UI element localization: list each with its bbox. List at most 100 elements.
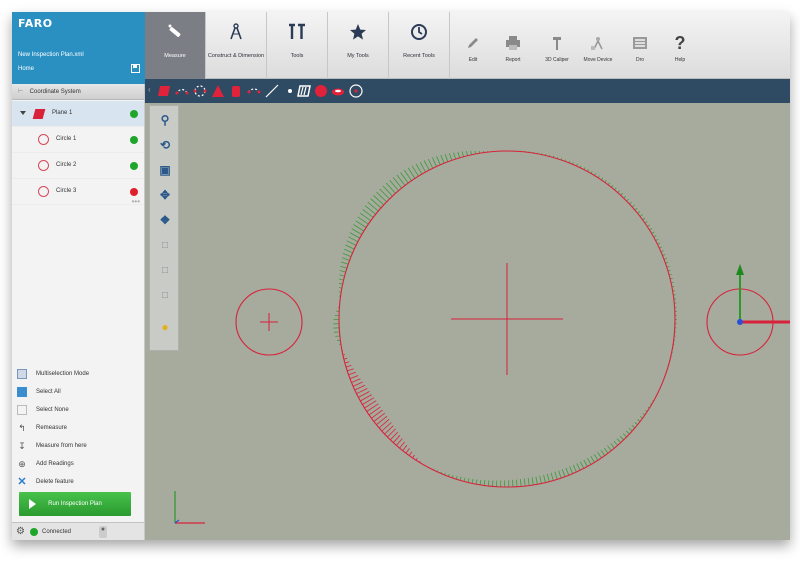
deviation-whisker	[347, 368, 354, 372]
tab-label: Tools	[290, 53, 304, 59]
rotate-icon[interactable]: ⟲	[153, 134, 177, 156]
save-icon[interactable]	[131, 64, 140, 73]
action-label: Select All	[36, 389, 61, 395]
view-cube-icon[interactable]: ❖	[153, 209, 177, 231]
circle-feature-icon	[38, 160, 49, 171]
deviation-whisker	[593, 454, 599, 461]
help-icon: ?	[674, 32, 686, 53]
clock-icon	[389, 22, 449, 42]
select-all-icon	[17, 387, 27, 397]
deviation-whisker	[576, 463, 581, 471]
deviation-whisker	[610, 443, 615, 449]
3d-viewport[interactable]	[145, 103, 790, 540]
circle-target-icon[interactable]	[349, 84, 363, 98]
deviation-whisker	[412, 454, 415, 459]
chevron-left-icon[interactable]: ‹	[148, 85, 151, 94]
deviation-whisker	[448, 153, 453, 161]
tree-item-label: Circle 1	[56, 136, 77, 142]
cone-icon[interactable]	[211, 84, 225, 98]
3d-caliper-button[interactable]: 3D Caliper	[540, 32, 574, 72]
ellipse-icon[interactable]	[331, 84, 345, 98]
point-icon[interactable]	[283, 84, 297, 98]
top-view-icon[interactable]: □	[153, 284, 177, 306]
tree-item-plane-1[interactable]: Plane 1	[12, 101, 144, 127]
status-fail-icon	[130, 188, 138, 196]
tab-tools[interactable]: Tools	[267, 12, 327, 79]
tab-label: Measure	[164, 53, 186, 59]
tab-label: Construct & Dimension	[207, 53, 265, 59]
slot-icon[interactable]	[247, 84, 261, 98]
button-label: Report	[505, 57, 521, 63]
tree-item-circle-2[interactable]: Circle 2	[12, 153, 144, 179]
plane-feature-icon	[32, 109, 46, 119]
deviation-whisker	[492, 480, 494, 487]
report-button[interactable]: Report	[496, 32, 530, 72]
button-label: 3D Caliper	[545, 57, 569, 63]
cylinder-icon[interactable]	[229, 84, 243, 98]
deviation-whisker	[370, 198, 382, 209]
sphere-icon[interactable]	[314, 84, 328, 98]
tab-my-tools[interactable]: My Tools	[328, 12, 388, 79]
line-points-icon[interactable]	[175, 84, 189, 98]
select-all-action[interactable]: Select All	[12, 384, 144, 402]
help-button[interactable]: ? Help	[663, 32, 697, 72]
move-device-button[interactable]: Move Device	[581, 32, 615, 72]
remeasure-action[interactable]: ↰ Remeasure	[12, 420, 144, 438]
deviation-whisker	[561, 469, 566, 477]
tab-measure[interactable]: Measure	[145, 12, 205, 79]
move-device-icon	[581, 32, 615, 54]
plane-icon[interactable]	[157, 84, 171, 98]
deviation-whisker	[523, 478, 526, 487]
deviation-whisker	[339, 278, 344, 281]
delete-feature-action[interactable]: ✕ Delete feature	[12, 474, 144, 492]
plan-name[interactable]: New Inspection Plan.xml	[18, 52, 84, 58]
deviation-whisker	[378, 418, 390, 429]
connection-status-icon	[30, 528, 38, 536]
home-label[interactable]: Home	[18, 66, 34, 72]
line-icon[interactable]	[265, 84, 279, 98]
select-none-action[interactable]: Select None	[12, 402, 144, 420]
circle-feature-icon	[38, 134, 49, 145]
expand-triangle-icon[interactable]	[20, 111, 26, 115]
circle-points-icon[interactable]	[193, 84, 207, 98]
tab-construct-dimension[interactable]: Construct & Dimension	[206, 12, 266, 79]
front-view-icon[interactable]: □	[153, 234, 177, 256]
light-bulb-icon[interactable]: ●	[153, 316, 177, 338]
deviation-whisker	[402, 444, 408, 451]
deviation-whisker	[607, 445, 612, 451]
camera-icon[interactable]: ▣	[153, 159, 177, 181]
zoom-icon[interactable]: ⚲	[153, 109, 177, 131]
deviation-whisker	[348, 236, 358, 243]
edit-button[interactable]: Edit	[456, 32, 490, 72]
run-inspection-plan-button[interactable]: Run Inspection Plan	[19, 492, 131, 516]
deviation-whisker	[408, 451, 413, 456]
tree-item-circle-1[interactable]: Circle 1	[12, 127, 144, 153]
connection-status: Connected	[42, 529, 72, 535]
tab-recent-tools[interactable]: Recent Tools	[389, 12, 449, 79]
pan-icon[interactable]: ✥	[153, 184, 177, 206]
dro-button[interactable]: Dro	[623, 32, 657, 72]
deviation-whisker	[631, 425, 636, 429]
deviation-whisker	[520, 479, 522, 487]
deviation-whisker	[344, 248, 353, 254]
side-view-icon[interactable]: □	[153, 259, 177, 281]
deviation-whisker	[352, 381, 363, 387]
action-label: Add Readings	[36, 461, 74, 467]
microphone-icon[interactable]: ●	[99, 526, 107, 538]
tree-item-circle-3[interactable]: Circle 3	[12, 179, 144, 205]
deviation-whisker	[470, 150, 472, 155]
axis-origin	[737, 319, 743, 325]
ribbon-toolbar: Measure Construct & Dimension Tools My T…	[145, 12, 790, 79]
viewport-canvas	[174, 150, 790, 524]
gear-icon[interactable]: ⚙	[16, 526, 25, 537]
slot-plane-icon[interactable]	[297, 84, 311, 98]
multiselection-mode-action[interactable]: Multiselection Mode	[12, 366, 144, 384]
deviation-whisker	[423, 160, 430, 171]
measure-from-here-action[interactable]: ↧ Measure from here	[12, 438, 144, 456]
deviation-whisker	[619, 435, 624, 441]
more-dots-icon[interactable]: •••	[132, 197, 140, 206]
coordinate-system-bar[interactable]: ⊢ Coordinate System	[12, 84, 144, 100]
add-readings-action[interactable]: ⊕ Add Readings	[12, 456, 144, 474]
deviation-whisker	[393, 435, 401, 443]
deviation-whisker	[349, 232, 360, 239]
